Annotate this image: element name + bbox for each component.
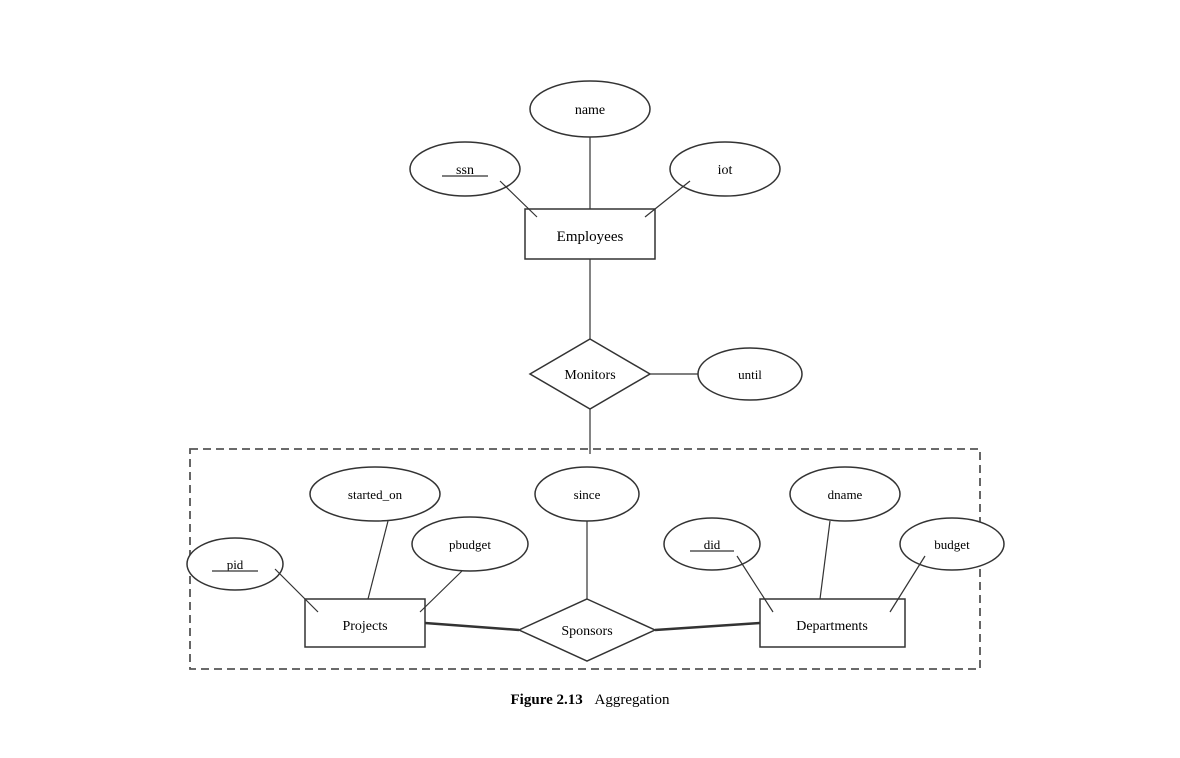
attr-started-on: started_on [348,487,403,502]
entity-projects: Projects [342,619,387,634]
rel-sponsors: Sponsors [561,624,612,639]
attr-budget: budget [934,537,970,552]
entity-departments: Departments [796,619,868,634]
figure-number: Figure 2.13 [511,692,583,708]
attr-did: did [704,537,721,552]
er-diagram: name ssn iot Employees Monitors until [90,39,1090,719]
figure-caption: Figure 2.13 Aggregation [511,692,670,709]
attr-pid: pid [227,557,244,572]
attr-dname: dname [828,487,863,502]
attr-until: until [738,367,762,382]
rel-monitors: Monitors [564,368,615,383]
entity-employees: Employees [557,229,624,245]
attr-iot: iot [718,163,733,178]
attr-name: name [575,103,605,118]
diagram-container: name ssn iot Employees Monitors until [90,39,1090,719]
attr-since: since [574,487,601,502]
figure-title: Aggregation [594,692,669,708]
attr-pbudget: pbudget [449,537,491,552]
